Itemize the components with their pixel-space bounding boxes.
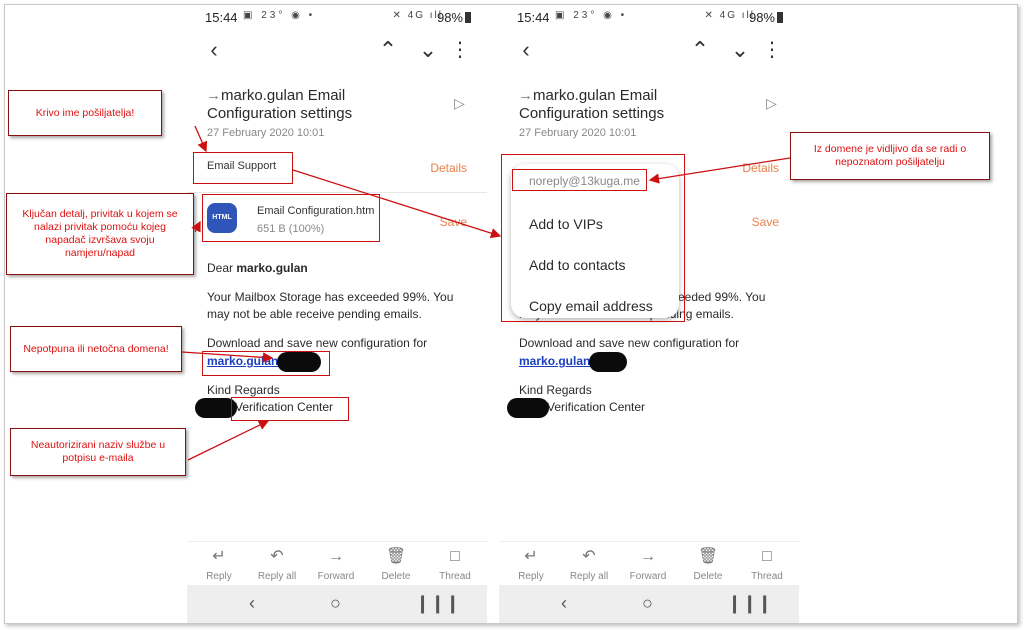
arrow-domain <box>181 351 274 363</box>
arrow-attachment <box>191 220 201 233</box>
arrow-sender <box>194 125 208 153</box>
arrow-to-menu <box>292 169 502 239</box>
arrow-signature <box>187 420 270 461</box>
annotation-arrows <box>181 125 791 461</box>
arrow-unknown-sender <box>648 157 791 184</box>
